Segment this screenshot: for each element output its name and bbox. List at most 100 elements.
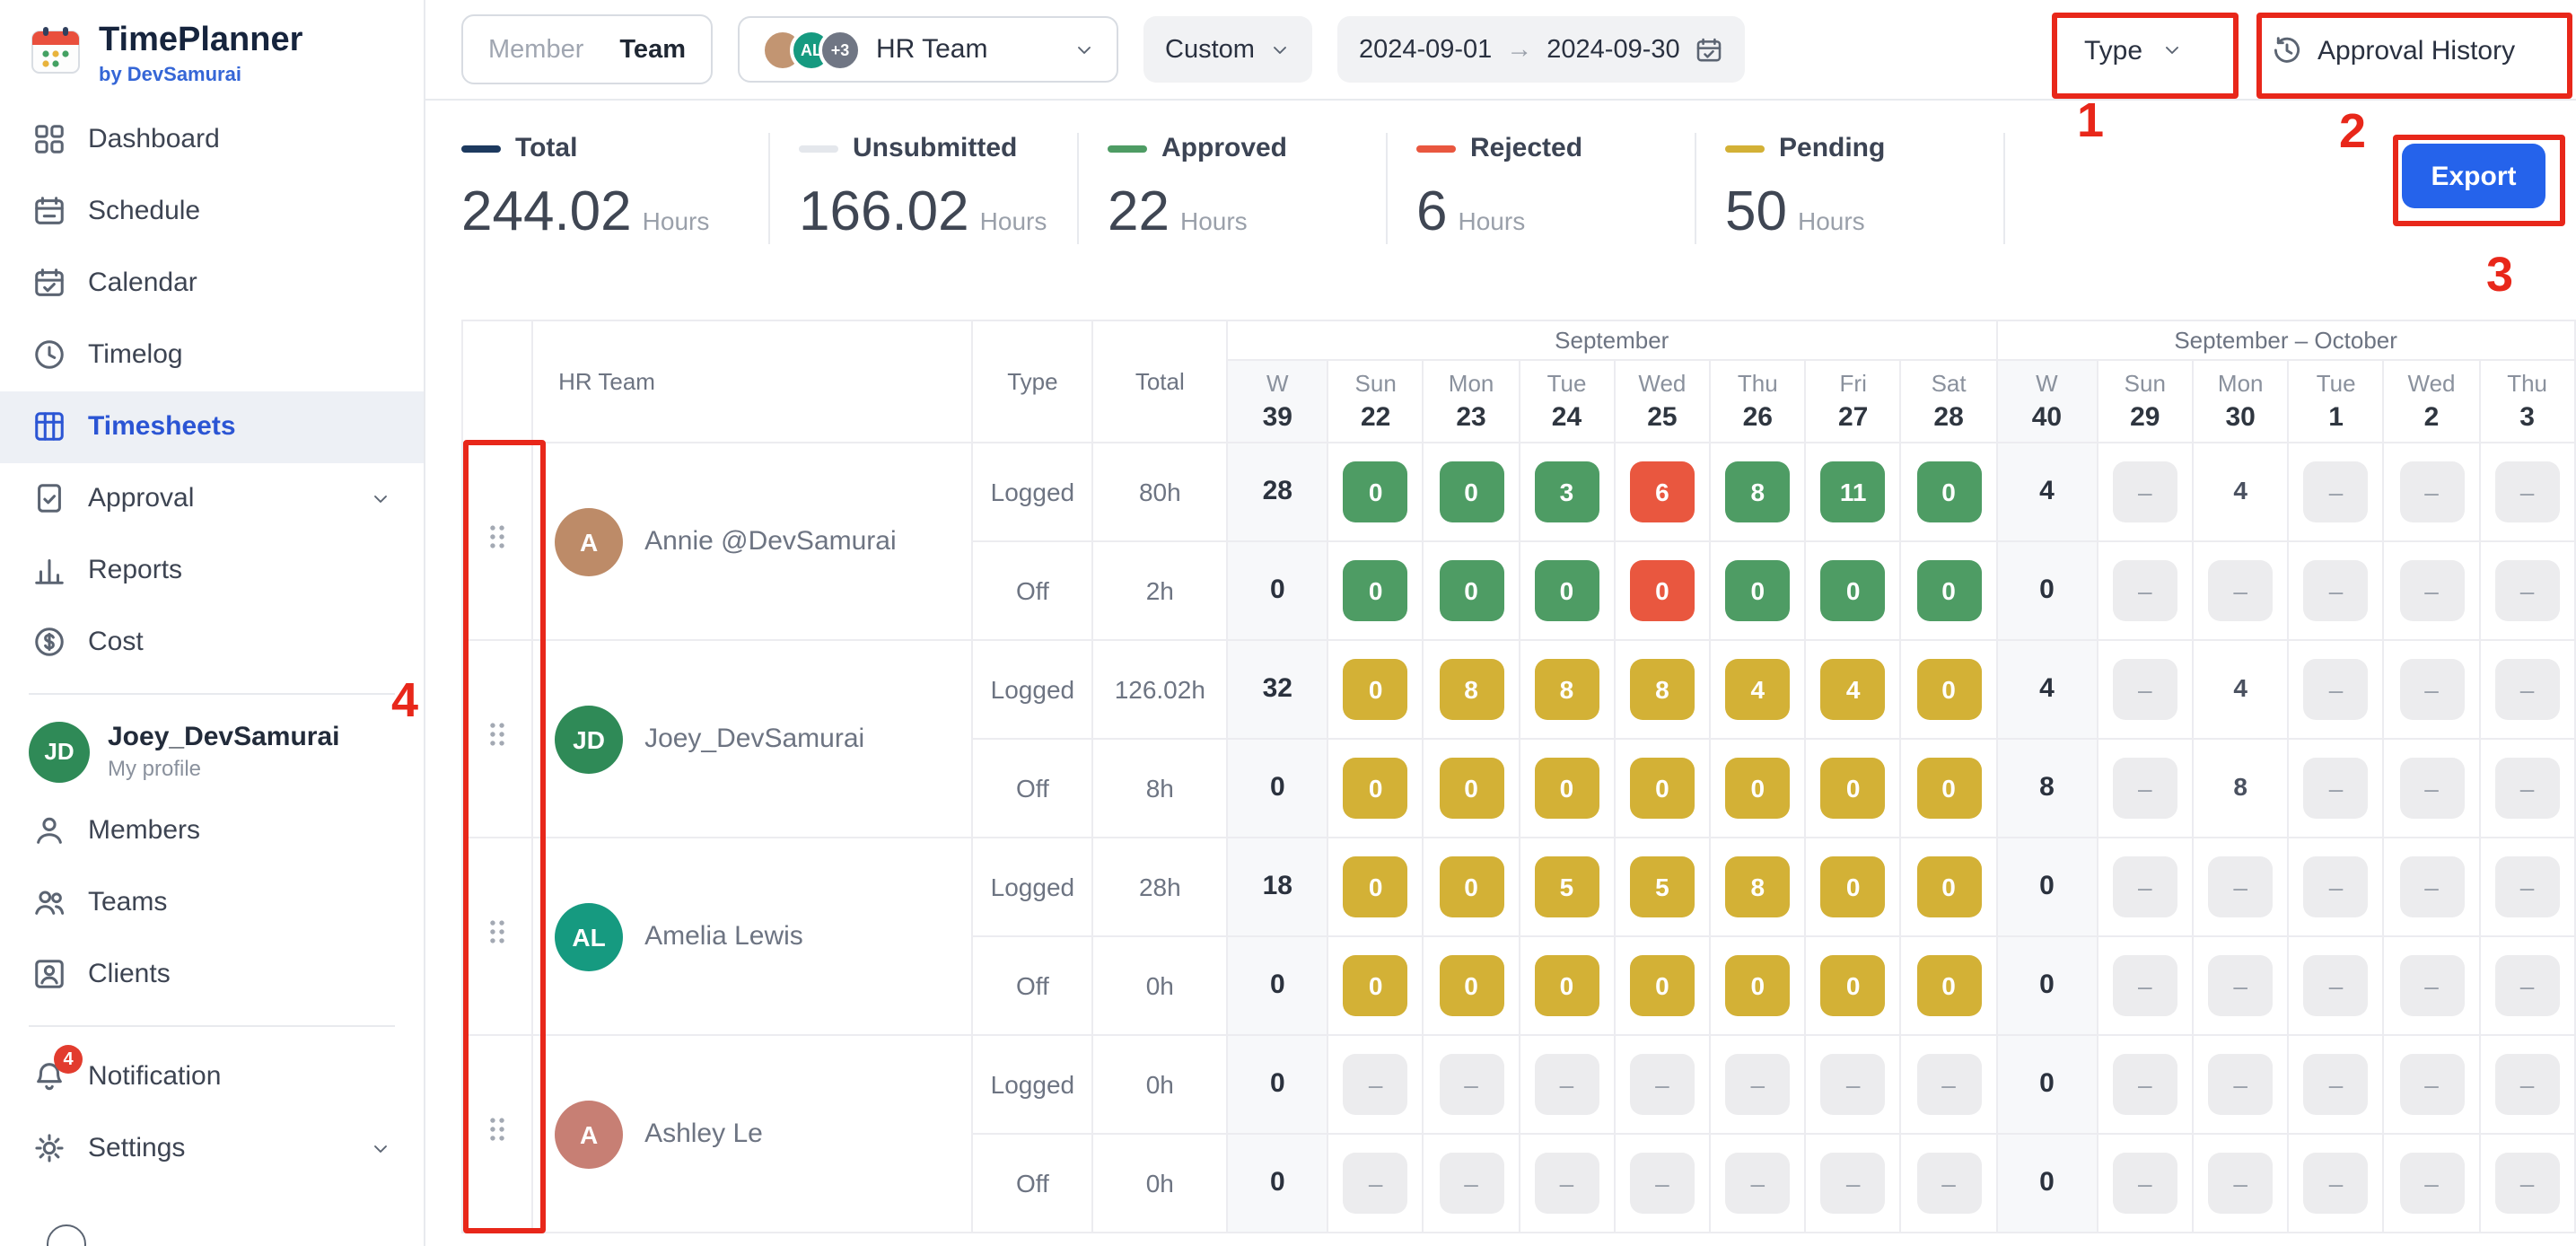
day-cell[interactable]: 0	[1901, 541, 1996, 640]
day-cell[interactable]: 0	[1615, 739, 1710, 838]
day-cell[interactable]: –	[2288, 541, 2383, 640]
day-cell[interactable]: 0	[1424, 443, 1519, 541]
day-cell[interactable]: –	[2479, 1035, 2575, 1134]
day-cell[interactable]: 0	[1806, 541, 1901, 640]
day-cell[interactable]: –	[2384, 936, 2479, 1035]
day-cell[interactable]: –	[2193, 1035, 2288, 1134]
day-cell[interactable]: –	[2479, 1134, 2575, 1233]
sidebar-item-reports[interactable]: Reports	[0, 535, 424, 607]
day-cell[interactable]: –	[2479, 541, 2575, 640]
day-cell[interactable]: 8	[1615, 640, 1710, 739]
day-cell[interactable]: –	[2098, 936, 2193, 1035]
day-cell[interactable]: –	[2098, 739, 2193, 838]
day-cell[interactable]: –	[2384, 640, 2479, 739]
day-cell[interactable]: –	[1519, 1035, 1614, 1134]
day-cell[interactable]: 0	[1327, 936, 1423, 1035]
row-drag-handle[interactable]	[462, 640, 532, 838]
sidebar-item-members[interactable]: Members	[0, 795, 424, 867]
member-cell[interactable]: ALAmelia Lewis	[532, 838, 972, 1035]
day-cell[interactable]: 0	[1806, 838, 1901, 936]
day-cell[interactable]: –	[2288, 739, 2383, 838]
day-cell[interactable]: –	[2384, 1035, 2479, 1134]
day-cell[interactable]: 0	[1327, 640, 1423, 739]
row-drag-handle[interactable]	[462, 1035, 532, 1233]
day-cell[interactable]: 0	[1901, 640, 1996, 739]
day-cell[interactable]: 4	[1806, 640, 1901, 739]
member-cell[interactable]: AAshley Le	[532, 1035, 972, 1233]
day-cell[interactable]: –	[2288, 936, 2383, 1035]
day-cell[interactable]: –	[1806, 1134, 1901, 1233]
day-cell[interactable]: 0	[1901, 739, 1996, 838]
day-cell[interactable]: –	[2193, 936, 2288, 1035]
day-cell[interactable]: 0	[1901, 936, 1996, 1035]
day-cell[interactable]: 0	[1710, 936, 1805, 1035]
day-cell[interactable]: –	[2384, 443, 2479, 541]
day-cell[interactable]: 0	[1519, 541, 1614, 640]
day-cell[interactable]: –	[1901, 1035, 1996, 1134]
row-drag-handle[interactable]	[462, 443, 532, 640]
scope-option-team[interactable]: Team	[601, 35, 704, 64]
sidebar-item-cost[interactable]: Cost	[0, 607, 424, 679]
day-cell[interactable]: 0	[1327, 443, 1423, 541]
day-cell[interactable]: –	[1615, 1134, 1710, 1233]
day-cell[interactable]: 0	[1901, 838, 1996, 936]
day-cell[interactable]: 5	[1615, 838, 1710, 936]
day-cell[interactable]: –	[2384, 838, 2479, 936]
day-cell[interactable]: –	[1424, 1035, 1519, 1134]
day-cell[interactable]: 0	[1806, 739, 1901, 838]
day-cell[interactable]: –	[1615, 1035, 1710, 1134]
day-cell[interactable]: –	[2288, 640, 2383, 739]
day-cell[interactable]: –	[2098, 443, 2193, 541]
day-cell[interactable]: –	[2193, 1134, 2288, 1233]
day-cell[interactable]: –	[2193, 838, 2288, 936]
day-cell[interactable]: 0	[1615, 541, 1710, 640]
day-cell[interactable]: 4	[2193, 640, 2288, 739]
day-cell[interactable]: 0	[1710, 739, 1805, 838]
day-cell[interactable]: 5	[1519, 838, 1614, 936]
team-select[interactable]: AL+3 HR Team	[738, 16, 1118, 83]
scope-option-member[interactable]: Member	[470, 35, 601, 64]
day-cell[interactable]: 8	[1710, 443, 1805, 541]
day-cell[interactable]: –	[2098, 838, 2193, 936]
day-cell[interactable]: 0	[1806, 936, 1901, 1035]
day-cell[interactable]: –	[2384, 541, 2479, 640]
day-cell[interactable]: –	[1901, 1134, 1996, 1233]
day-cell[interactable]: –	[2384, 1134, 2479, 1233]
range-preset-select[interactable]: Custom	[1143, 16, 1312, 83]
help-icon[interactable]	[47, 1224, 86, 1246]
day-cell[interactable]: –	[1424, 1134, 1519, 1233]
day-cell[interactable]: 8	[1710, 838, 1805, 936]
day-cell[interactable]: 0	[1327, 838, 1423, 936]
day-cell[interactable]: –	[1327, 1134, 1423, 1233]
day-cell[interactable]: –	[2479, 838, 2575, 936]
day-cell[interactable]: 8	[1424, 640, 1519, 739]
approval-history-button[interactable]: Approval History	[2256, 16, 2544, 84]
day-cell[interactable]: –	[2098, 640, 2193, 739]
day-cell[interactable]: –	[2479, 739, 2575, 838]
day-cell[interactable]: –	[2098, 1134, 2193, 1233]
day-cell[interactable]: –	[2479, 640, 2575, 739]
day-cell[interactable]: 3	[1519, 443, 1614, 541]
member-cell[interactable]: AAnnie @DevSamurai	[532, 443, 972, 640]
day-cell[interactable]: –	[2288, 443, 2383, 541]
sidebar-item-teams[interactable]: Teams	[0, 867, 424, 939]
day-cell[interactable]: 0	[1710, 541, 1805, 640]
day-cell[interactable]: 0	[1424, 838, 1519, 936]
sidebar-item-timelog[interactable]: Timelog	[0, 320, 424, 391]
day-cell[interactable]: 0	[1424, 936, 1519, 1035]
day-cell[interactable]: 0	[1327, 541, 1423, 640]
day-cell[interactable]: 8	[1519, 640, 1614, 739]
day-cell[interactable]: 0	[1519, 936, 1614, 1035]
day-cell[interactable]: 8	[2193, 739, 2288, 838]
day-cell[interactable]: –	[2479, 443, 2575, 541]
day-cell[interactable]: 0	[1424, 739, 1519, 838]
day-cell[interactable]: –	[2288, 1035, 2383, 1134]
sidebar-item-clients[interactable]: Clients	[0, 939, 424, 1011]
date-range-picker[interactable]: 2024-09-01 → 2024-09-30	[1337, 16, 1745, 83]
sidebar-item-approval[interactable]: Approval	[0, 463, 424, 535]
export-button[interactable]: Export	[2402, 144, 2545, 208]
day-cell[interactable]: 0	[1519, 739, 1614, 838]
day-cell[interactable]: 0	[1327, 739, 1423, 838]
type-filter-dropdown[interactable]: Type	[2059, 16, 2221, 84]
sidebar-item-notification[interactable]: 4Notification	[0, 1041, 424, 1113]
